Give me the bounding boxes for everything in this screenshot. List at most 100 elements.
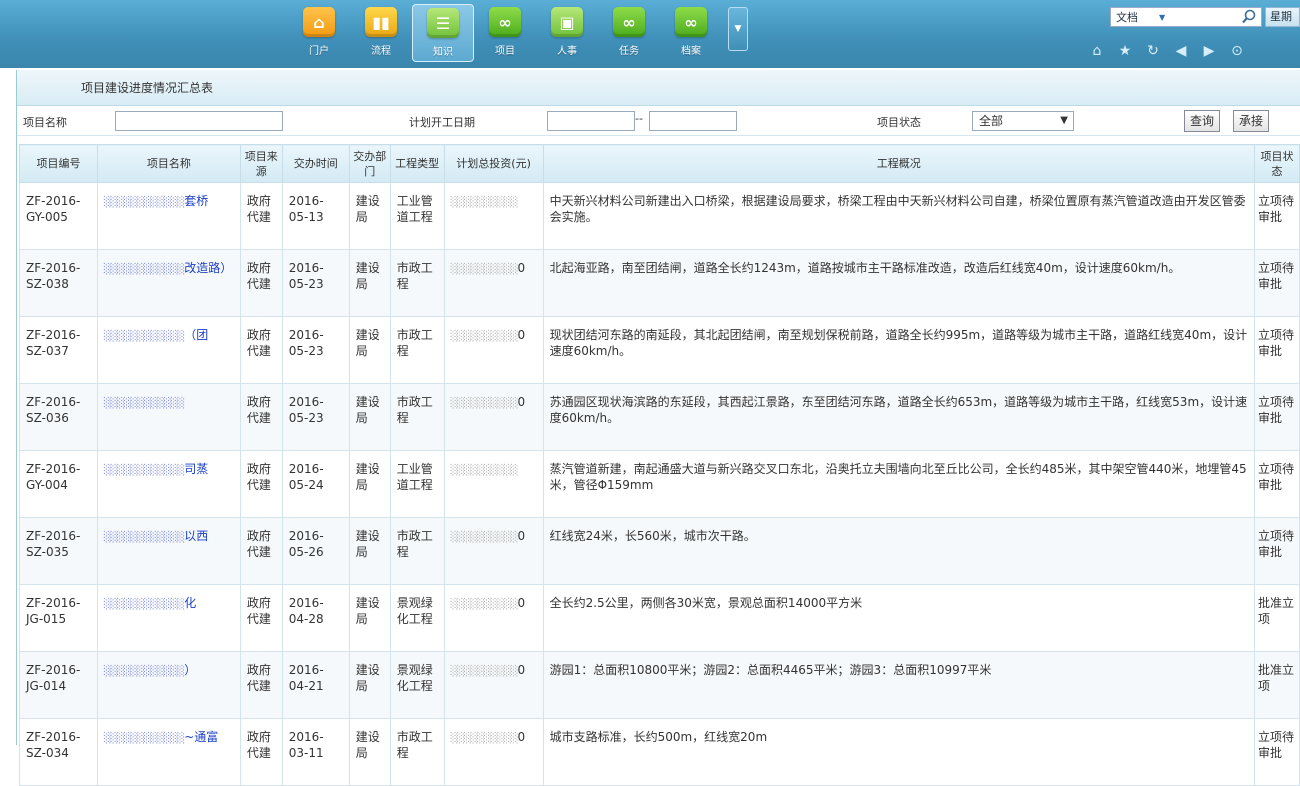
table-row[interactable]: ZF-2016-SZ-037 ░░░░░░░░░░░░（团 政府代建 2016-05-… [19, 316, 1300, 384]
search-box[interactable]: 文档 ▼ [1110, 7, 1262, 27]
project-status-cell: 立项待审批 [1254, 316, 1300, 384]
project-name-link[interactable]: ░░░░░░░░░░░░改造路） [96, 249, 241, 317]
assign-dept-cell: 建设局 [348, 450, 391, 518]
table-row[interactable]: ZF-2016-SZ-035 ░░░░░░░░░░░░以西 政府代建 2016-05-… [19, 517, 1300, 585]
project-name-link[interactable]: ░░░░░░░░░░░░ [96, 383, 241, 451]
star-icon[interactable]: ★ [1114, 42, 1136, 60]
table-row[interactable]: ZF-2016-JG-015 ░░░░░░░░░░░░化 政府代建 2016-04-2… [19, 584, 1300, 652]
redacted-text: ░░░░░░░░░░ [450, 599, 519, 610]
column-header: 项目状态 [1254, 144, 1300, 183]
project-source-cell: 政府代建 [239, 316, 283, 384]
redacted-text: ░░░░░░░░░░░░ [103, 733, 185, 744]
assign-dept-cell: 建设局 [348, 718, 391, 786]
redacted-text: ░░░░░░░░░░ [450, 465, 519, 476]
column-header: 项目来源 [239, 144, 283, 183]
nav-item[interactable]: ☰ 知识 [412, 4, 474, 62]
submit-button[interactable]: 承接 [1233, 110, 1270, 132]
infinity-icon: ∞ [675, 7, 707, 37]
project-name-text: ~通富 [184, 730, 219, 744]
top-bar: ⌂ 门户 ▮▮ 流程 ☰ 知识 ∞ 项目 ▣ 人事 ∞ 任务 ∞ 档案 ▼ 文档 ▼ 星期 ⌂ ★ ↻ ◀… [0, 0, 1300, 68]
project-name-link[interactable]: ░░░░░░░░░░░░套桥 [96, 182, 241, 250]
search-icon[interactable] [1241, 9, 1257, 25]
redacted-text: ░░░░░░░░░░░░ [103, 599, 185, 610]
assign-dept-cell: 建设局 [348, 249, 391, 317]
table-row[interactable]: ZF-2016-SZ-036 ░░░░░░░░░░░░ 政府代建 2016-05-23… [19, 383, 1300, 451]
project-source-cell: 政府代建 [239, 517, 283, 585]
project-status-cell: 立项待审批 [1254, 517, 1300, 585]
project-code-cell: ZF-2016-SZ-036 [19, 383, 98, 451]
assign-date-cell: 2016-05-23 [281, 316, 350, 384]
project-summary-cell: 红线宽24米，长560米，城市次干路。 [542, 517, 1256, 585]
project-source-cell: 政府代建 [239, 383, 283, 451]
project-source-cell: 政府代建 [239, 450, 283, 518]
project-summary-cell: 现状团结河东路的南延段，其北起团结闸，南至规划保税前路，道路全长约995m，道路… [542, 316, 1256, 384]
nav-item[interactable]: ∞ 项目 [474, 4, 536, 62]
project-type-cell: 市政工程 [389, 718, 445, 786]
table-row[interactable]: ZF-2016-GY-005 ░░░░░░░░░░░░套桥 政府代建 2016-05-… [19, 182, 1300, 250]
project-code-cell: ZF-2016-SZ-037 [19, 316, 98, 384]
nav-item-label: 任务 [619, 46, 639, 57]
nav-item-label: 档案 [681, 46, 701, 57]
project-status-select[interactable]: 全部 ▼ [972, 111, 1074, 131]
investment-text: 0 [517, 596, 526, 610]
assign-date-cell: 2016-05-23 [281, 249, 350, 317]
assign-dept-cell: 建设局 [348, 584, 391, 652]
assign-date-cell: 2016-03-11 [281, 718, 350, 786]
project-status-cell: 立项待审批 [1254, 450, 1300, 518]
table-row[interactable]: ZF-2016-JG-014 ░░░░░░░░░░░░） 政府代建 2016-04-2… [19, 651, 1300, 719]
project-name-link[interactable]: ░░░░░░░░░░░░（团 [96, 316, 241, 384]
project-name-text: 以西 [184, 529, 209, 543]
search-type-select[interactable]: 文档 [1111, 9, 1159, 25]
project-name-link[interactable]: ░░░░░░░░░░░░~通富 [96, 718, 241, 786]
project-name-link[interactable]: ░░░░░░░░░░░░以西 [96, 517, 241, 585]
project-type-cell: 工业管道工程 [389, 182, 445, 250]
redacted-text: ░░░░░░░░░░ [450, 264, 519, 275]
list-icon: ☰ [427, 8, 459, 38]
forward-icon[interactable]: ▶ [1198, 42, 1220, 60]
table-row[interactable]: ZF-2016-SZ-034 ░░░░░░░░░░░░~通富 政府代建 2016-03… [19, 718, 1300, 786]
table-row[interactable]: ZF-2016-GY-004 ░░░░░░░░░░░░司蒸 政府代建 2016-05-… [19, 450, 1300, 518]
home-icon[interactable]: ⌂ [1086, 42, 1108, 60]
project-table: 项目编号 项目名称 项目来源 交办时间 交办部门 工程类型 计划总投资(元) 工程概况 项目状态… [19, 144, 1300, 786]
project-name-link[interactable]: ░░░░░░░░░░░░司蒸 [96, 450, 241, 518]
start-date-to-input[interactable] [649, 111, 737, 131]
nav-more-button[interactable]: ▼ [728, 7, 748, 51]
nav-item[interactable]: ∞ 档案 [660, 4, 722, 62]
project-status-cell: 立项待审批 [1254, 718, 1300, 786]
project-name-text: （团 [184, 328, 209, 342]
project-type-cell: 工业管道工程 [389, 450, 445, 518]
nav-item[interactable]: ∞ 任务 [598, 4, 660, 62]
nav-item[interactable]: ▣ 人事 [536, 4, 598, 62]
investment-text: 0 [517, 328, 526, 342]
refresh-icon[interactable]: ↻ [1142, 42, 1164, 60]
project-status-cell: 立项待审批 [1254, 182, 1300, 250]
content-area: 项目建设进度情况汇总表 项目名称 计划开工日期 -- 项目状态 全部 ▼ 查询 … [16, 70, 1300, 786]
project-summary-cell: 全长约2.5公里，两侧各30米宽，景观总面积14000平方米 [542, 584, 1256, 652]
assign-dept-cell: 建设局 [348, 517, 391, 585]
column-header: 项目编号 [19, 144, 98, 183]
project-status-value: 全部 [979, 114, 1004, 128]
project-status-cell: 批准立项 [1254, 651, 1300, 719]
project-name-link[interactable]: ░░░░░░░░░░░░） [96, 651, 241, 719]
column-header: 计划总投资(元) [443, 144, 544, 183]
project-code-cell: ZF-2016-GY-004 [19, 450, 98, 518]
nav-item-label: 人事 [557, 46, 577, 57]
redacted-text: ░░░░░░░░░░░░ [103, 532, 185, 543]
investment-text: 0 [517, 730, 526, 744]
query-button[interactable]: 查询 [1184, 110, 1221, 132]
project-name-link[interactable]: ░░░░░░░░░░░░化 [96, 584, 241, 652]
back-icon[interactable]: ◀ [1170, 42, 1192, 60]
project-summary-cell: 游园1：总面积10800平米；游园2：总面积4465平米；游园3：总面积1099… [542, 651, 1256, 719]
project-name-text: 改造路） [184, 261, 233, 275]
start-date-from-input[interactable] [547, 111, 635, 131]
project-name-input[interactable] [115, 111, 283, 131]
collapse-icon[interactable]: ⊙ [1226, 42, 1248, 60]
project-code-cell: ZF-2016-GY-005 [19, 182, 98, 250]
nav-item[interactable]: ▮▮ 流程 [350, 4, 412, 62]
planned-investment-cell: ░░░░░░░░░░0 [443, 584, 544, 652]
table-row[interactable]: ZF-2016-SZ-038 ░░░░░░░░░░░░改造路） 政府代建 2016-0… [19, 249, 1300, 317]
column-header: 工程类型 [389, 144, 445, 183]
redacted-text: ░░░░░░░░░░░░ [103, 331, 185, 342]
nav-item[interactable]: ⌂ 门户 [288, 4, 350, 62]
chevron-down-icon[interactable]: ▼ [1159, 13, 1165, 22]
